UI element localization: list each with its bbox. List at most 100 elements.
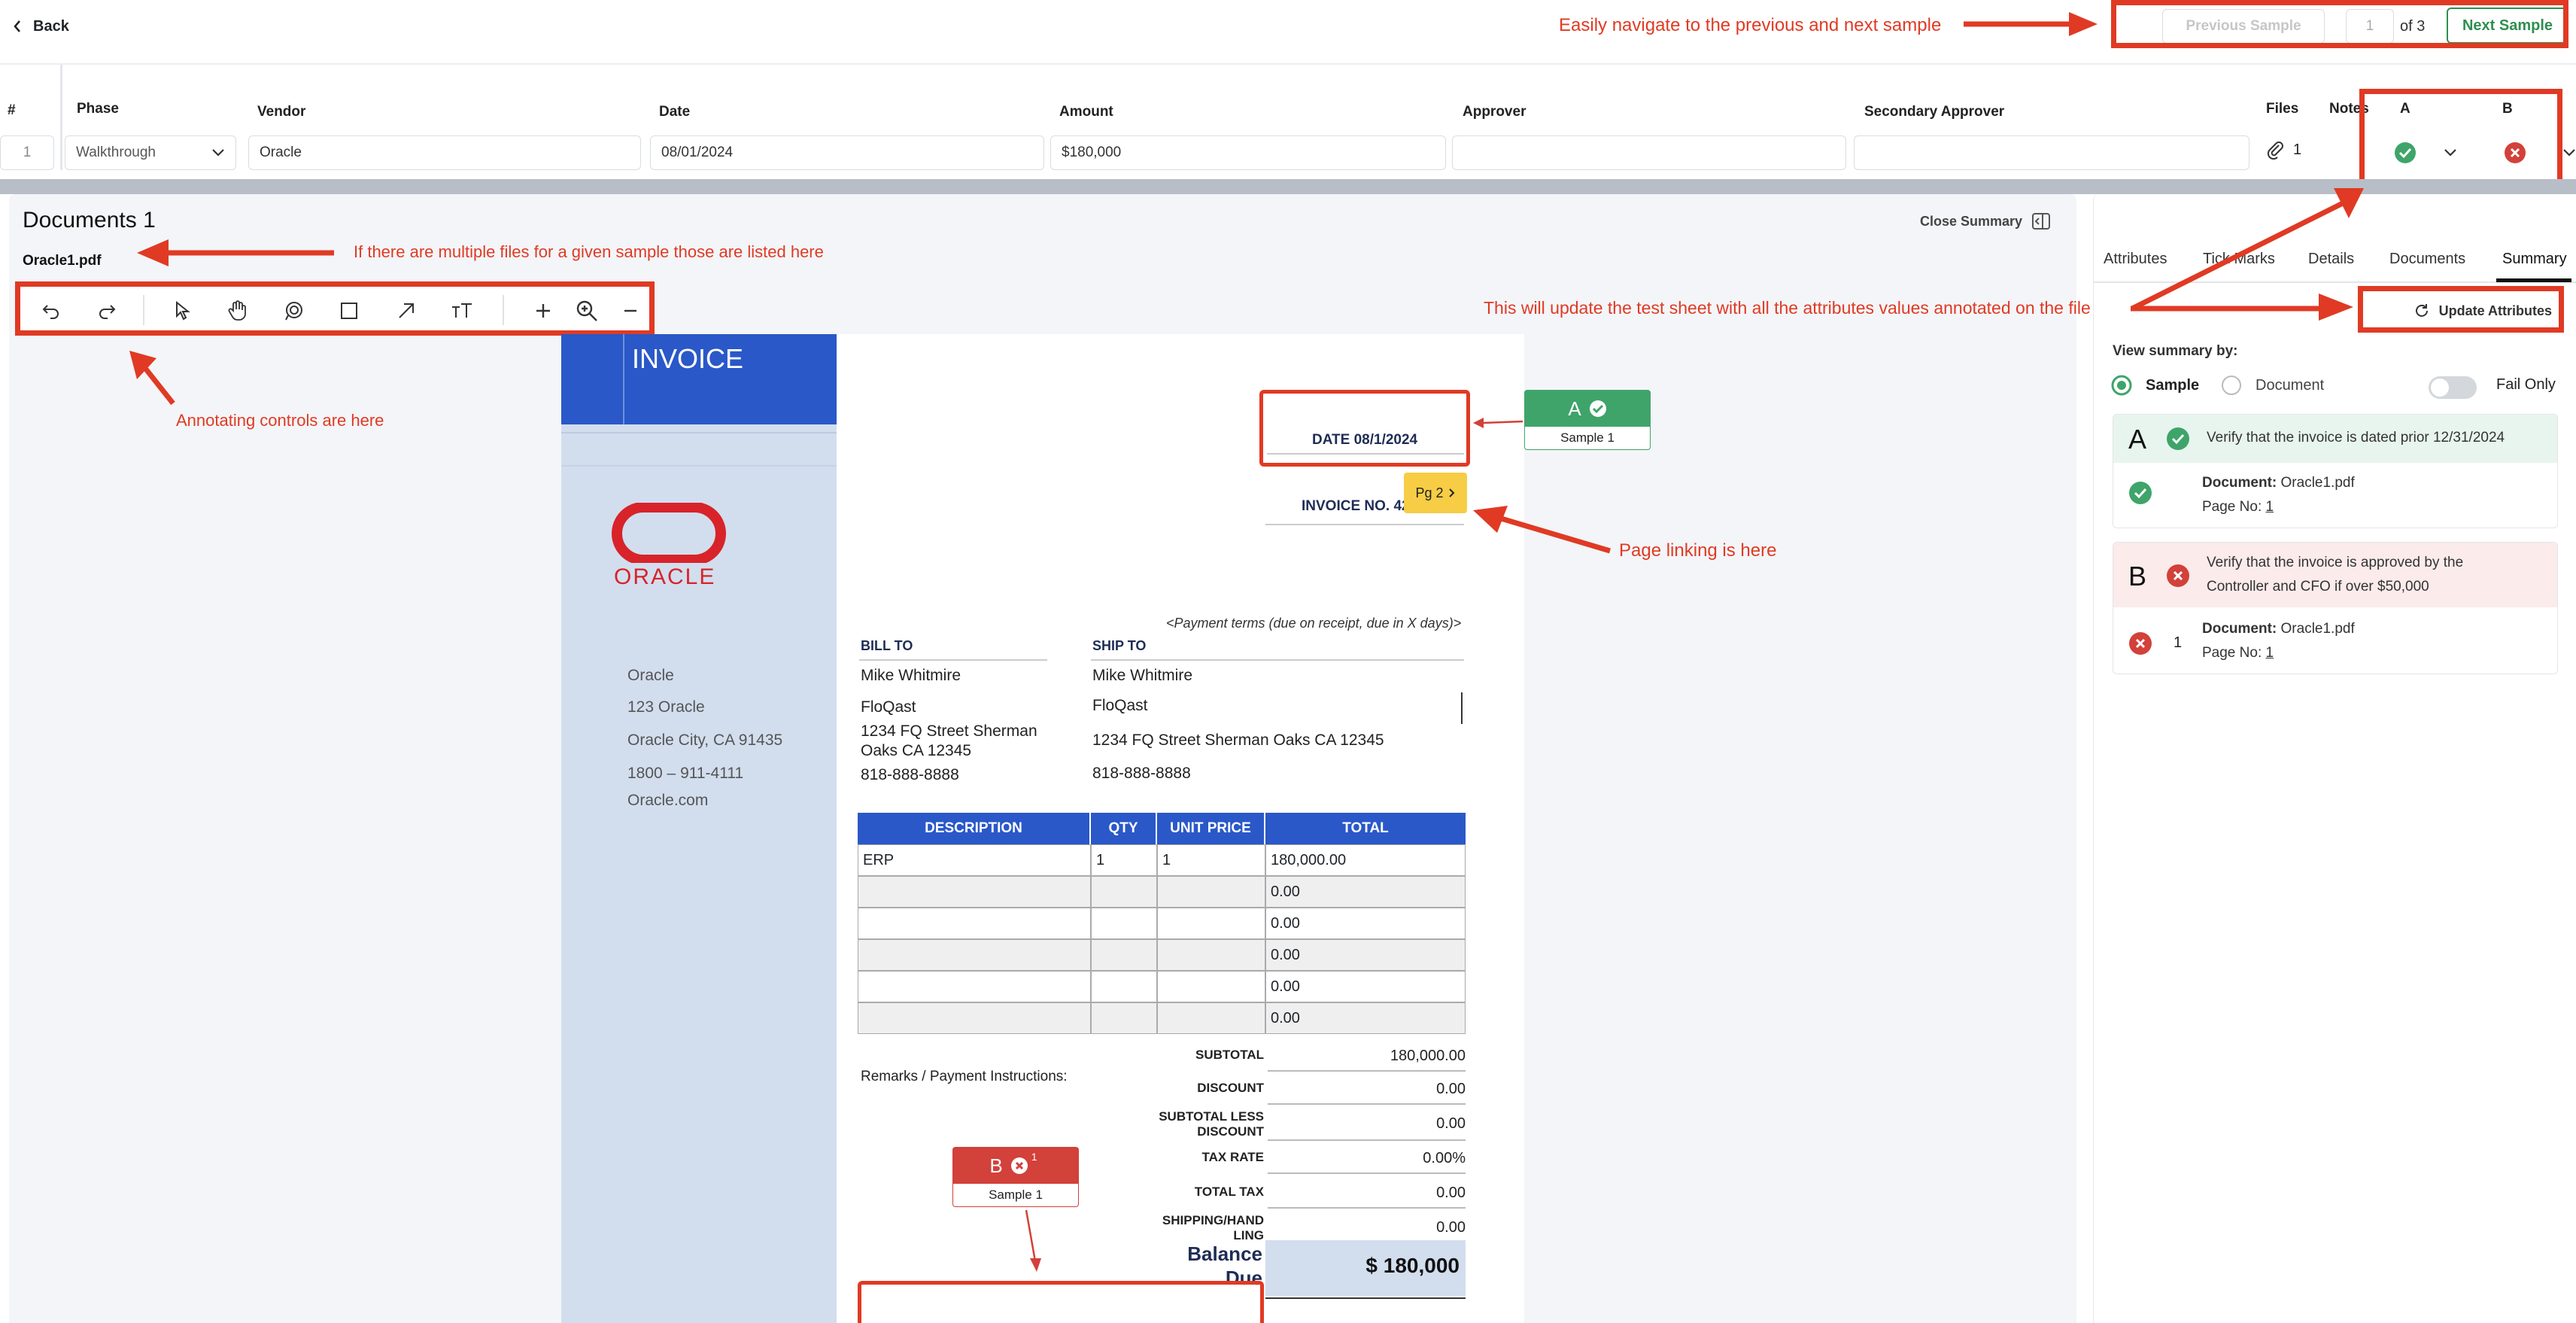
line-item-cell xyxy=(1091,971,1157,1002)
col-qty: QTY xyxy=(1091,813,1156,844)
pan-tool[interactable] xyxy=(217,295,259,327)
tab-summary[interactable]: Summary xyxy=(2502,251,2567,268)
check-circle-icon xyxy=(1589,400,1606,417)
undo-button[interactable] xyxy=(30,295,72,327)
hand-icon xyxy=(228,300,246,321)
update-attributes-button[interactable]: Update Attributes xyxy=(2359,292,2562,330)
annotation-a-letter: A xyxy=(1568,397,1581,420)
text-size-icon xyxy=(452,303,472,318)
balance-due-label: Balance Due xyxy=(1187,1242,1262,1289)
radio-sample[interactable]: Sample xyxy=(2111,375,2199,396)
header-notes: Notes xyxy=(2329,101,2369,117)
close-summary-button[interactable]: Close Summary xyxy=(1920,212,2051,230)
files-button[interactable]: 1 xyxy=(2266,140,2301,160)
tab-documents[interactable]: Documents xyxy=(2389,251,2465,268)
previous-sample-button[interactable]: Previous Sample xyxy=(2162,9,2325,44)
amount-field[interactable]: $180,000 xyxy=(1050,135,1446,170)
attribute-card-a[interactable]: A Verify that the invoice is dated prior… xyxy=(2113,414,2558,528)
callout-page-linking: Page linking is here xyxy=(1619,540,1777,561)
fail-only-toggle[interactable] xyxy=(2429,376,2477,399)
annotation-b-sample: Sample 1 xyxy=(989,1188,1043,1202)
annotation-tag-b[interactable]: B 1 Sample 1 xyxy=(952,1147,1079,1207)
totals-rule xyxy=(1268,1139,1466,1141)
undo-icon xyxy=(42,305,59,319)
totals-value: 0.00% xyxy=(1423,1150,1466,1166)
line-item-cell xyxy=(858,908,1091,939)
page-link-tag[interactable]: Pg 2 xyxy=(1404,473,1467,513)
next-sample-button[interactable]: Next Sample xyxy=(2447,8,2568,44)
secondary-approver-field[interactable] xyxy=(1854,135,2249,170)
back-button[interactable]: Back xyxy=(12,15,69,38)
radio-document[interactable]: Document xyxy=(2221,375,2324,396)
invoice-sidebar xyxy=(561,334,837,1323)
chevron-right-icon xyxy=(1448,488,1454,497)
zoom-out-button[interactable] xyxy=(609,295,652,327)
toolbar-divider xyxy=(503,295,504,325)
update-attributes-label: Update Attributes xyxy=(2438,303,2552,318)
annotation-link-a xyxy=(1473,418,1523,428)
toolbar-divider xyxy=(143,295,144,325)
ship-to-street: 1234 FQ Street Sherman Oaks CA 12345 xyxy=(1092,731,1384,749)
phase-select[interactable]: Walkthrough xyxy=(65,135,236,170)
text-tool[interactable] xyxy=(441,295,483,327)
arrow-tool[interactable] xyxy=(385,295,427,327)
attr-b-page-label: Page No: xyxy=(2202,645,2262,661)
chevron-down-icon xyxy=(2444,149,2456,157)
callout-arrow-update-right xyxy=(2131,293,2353,321)
totals-rule xyxy=(1268,1207,1466,1209)
attr-a-cell[interactable] xyxy=(2382,135,2472,170)
attr-b-page-link[interactable]: 1 xyxy=(2266,645,2274,661)
totals-value: 0.00 xyxy=(1436,1219,1466,1236)
file-tab-oracle1[interactable]: Oracle1.pdf xyxy=(23,253,102,269)
invoice-number-rule xyxy=(1265,524,1464,525)
page-link-label: Pg 2 xyxy=(1415,485,1444,500)
callout-multiple-files: If there are multiple files for a given … xyxy=(354,242,824,261)
totals-value: 180,000.00 xyxy=(1390,1048,1466,1064)
line-item-cell xyxy=(858,1002,1091,1034)
date-field[interactable]: 08/01/2024 xyxy=(650,135,1044,170)
line-item-cell: 0.00 xyxy=(1265,1002,1466,1034)
line-item-cell xyxy=(1091,939,1157,971)
attr-b-letter: B xyxy=(2128,561,2147,592)
balance-due-value: $ 180,000 xyxy=(1365,1254,1460,1277)
redo-icon xyxy=(99,305,116,319)
summary-panel xyxy=(2093,194,2576,1323)
rectangle-tool[interactable] xyxy=(328,295,370,327)
col-unit-price: UNIT PRICE xyxy=(1157,813,1264,844)
header-num: # xyxy=(8,102,16,118)
approver-field[interactable] xyxy=(1452,135,1846,170)
line-item-cell: 180,000.00 xyxy=(1265,844,1466,876)
text-cursor xyxy=(1461,692,1463,724)
radio-document-label: Document xyxy=(2256,376,2325,394)
attr-b-count: 1 xyxy=(2174,634,2183,651)
totals-value: 0.00 xyxy=(1436,1185,1466,1201)
select-tool[interactable] xyxy=(161,295,203,327)
payment-terms: <Payment terms (due on receipt, due in X… xyxy=(1166,616,1462,631)
vendor-field[interactable]: Oracle xyxy=(248,135,641,170)
tab-summary-active xyxy=(2496,278,2571,282)
company-name: Oracle xyxy=(627,667,674,684)
ship-to-rule xyxy=(1091,659,1464,661)
attr-a-page-link[interactable]: 1 xyxy=(2266,499,2274,515)
x-circle-icon xyxy=(1010,1157,1028,1174)
attribute-card-b[interactable]: B Verify that the invoice is approved by… xyxy=(2113,542,2558,674)
refresh-icon xyxy=(2415,304,2428,317)
lasso-tool[interactable] xyxy=(272,295,314,327)
fail-only-label: Fail Only xyxy=(2496,376,2556,393)
sidebar-toggle-icon xyxy=(2032,213,2051,230)
redo-button[interactable] xyxy=(86,295,128,327)
zoom-button[interactable] xyxy=(566,295,608,327)
totals-label: SUBTOTAL xyxy=(1195,1048,1264,1062)
invoice-heading-rule xyxy=(623,334,624,424)
line-item-cell xyxy=(1157,971,1265,1002)
page-number-input[interactable]: 1 xyxy=(2346,9,2394,44)
header-approver: Approver xyxy=(1463,104,1526,120)
attr-b-cell[interactable] xyxy=(2495,135,2576,170)
totals-value: 0.00 xyxy=(1436,1115,1466,1132)
grid-col-divider xyxy=(60,65,62,170)
annotation-tag-a[interactable]: A Sample 1 xyxy=(1524,390,1651,450)
header-vendor: Vendor xyxy=(257,104,306,120)
zoom-in-button[interactable] xyxy=(522,295,564,327)
remarks-label: Remarks / Payment Instructions: xyxy=(861,1069,1068,1084)
company-street: 123 Oracle xyxy=(627,698,705,716)
